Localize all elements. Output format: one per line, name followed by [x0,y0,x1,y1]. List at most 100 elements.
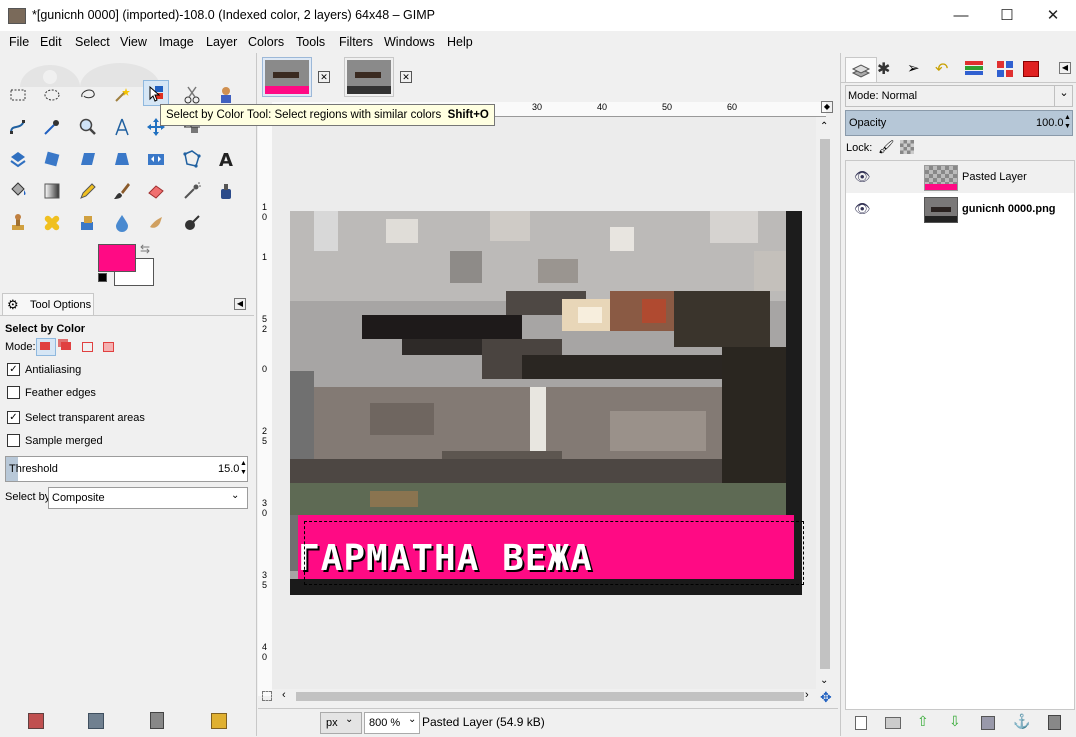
mode-add-button[interactable] [58,339,74,355]
tab-gradients[interactable] [1023,61,1039,77]
threshold-slider[interactable]: Threshold 15.0 ▲ ▼ [5,456,248,482]
menu-edit[interactable]: Edit [40,35,62,49]
menu-layer[interactable]: Layer [206,35,237,49]
tab-undo-history[interactable]: ↶ [935,59,955,79]
horizontal-scrollbar[interactable]: ‹ › [272,689,818,703]
shear-tool-icon[interactable] [76,147,100,171]
mode-subtract-button[interactable] [79,339,95,355]
dodge-burn-tool-icon[interactable] [180,211,204,235]
scroll-left-icon[interactable]: ‹ [282,689,286,701]
zoom-dropdown[interactable]: 800 % ⌄ [364,712,420,734]
tab-patterns[interactable] [995,59,1015,79]
list-item[interactable]: 👁 gunicnh 0000.png [846,193,1074,225]
airbrush-tool-icon[interactable] [180,179,204,203]
close-button[interactable]: ✕ [1030,0,1076,31]
antialiasing-checkbox[interactable]: ✓ [7,363,20,376]
reset-options-icon[interactable] [211,713,227,729]
menu-file[interactable]: File [9,35,29,49]
menu-colors[interactable]: Colors [248,35,284,49]
vertical-ruler[interactable]: 10 1 52 0 25 30 35 40 4 [258,116,273,724]
navigate-icon[interactable]: ✥ [820,689,832,706]
canvas-viewport[interactable]: ГАРМАТНА ВЕЖА [272,117,816,695]
eye-visibility-icon[interactable]: 👁 [854,169,871,185]
raise-layer-icon[interactable]: ⇧ [917,713,929,730]
menu-windows[interactable]: Windows [384,35,435,49]
select-by-color-tool-icon[interactable] [143,80,169,106]
new-layer-group-icon[interactable] [885,717,901,729]
list-item[interactable]: 👁 Pasted Layer [846,161,1074,193]
vertical-scrollbar[interactable]: ⌃ ⌄ [818,117,832,695]
save-options-icon[interactable] [28,713,44,729]
smudge-tool-icon[interactable] [144,211,168,235]
rect-select-tool-icon[interactable] [6,83,30,107]
zoom-fit-icon[interactable]: ◆ [821,101,833,113]
menu-view[interactable]: View [120,35,147,49]
paintbrush-tool-icon[interactable] [110,179,134,203]
horizontal-scroll-thumb[interactable] [296,692,804,701]
menu-tools[interactable]: Tools [296,35,325,49]
zoom-tool-icon[interactable] [76,115,100,139]
lock-alpha-icon[interactable] [900,140,914,154]
perspective-tool-icon[interactable] [110,147,134,171]
paths-tool-icon[interactable] [6,115,30,139]
spin-arrows-icon[interactable]: ▲ ▼ [240,459,247,477]
restore-options-icon[interactable] [88,713,104,729]
layer-mode-dropdown[interactable]: Mode: Normal ⌄ [845,85,1073,107]
scroll-up-icon[interactable]: ⌃ [820,121,828,132]
vertical-scroll-thumb[interactable] [820,139,830,669]
perspective-clone-tool-icon[interactable] [76,211,100,235]
free-select-tool-icon[interactable] [76,83,100,107]
spin-arrows-icon[interactable]: ▲ ▼ [1064,113,1071,131]
maximize-button[interactable]: ☐ [984,0,1030,31]
tab-tool-options[interactable]: ⚙ Tool Options [2,293,94,316]
heal-tool-icon[interactable] [40,211,64,235]
tab-brushes[interactable] [963,59,985,79]
swap-colors-icon[interactable]: ⇆ [140,242,150,256]
cage-transform-tool-icon[interactable] [180,147,204,171]
menu-select[interactable]: Select [75,35,110,49]
feather-edges-checkbox[interactable] [7,386,20,399]
bucket-fill-tool-icon[interactable] [6,179,30,203]
configure-tab-icon[interactable]: ◀ [1059,62,1071,74]
duplicate-layer-icon[interactable] [981,716,995,730]
tab-paths[interactable]: ➢ [907,59,927,79]
blend-tool-icon[interactable] [40,179,64,203]
eraser-tool-icon[interactable] [144,179,168,203]
tab-channels[interactable]: ✱ [877,59,897,79]
image-canvas[interactable]: ГАРМАТНА ВЕЖА [290,211,804,595]
configure-tab-icon[interactable]: ◀ [234,298,246,310]
select-transparent-checkbox[interactable]: ✓ [7,411,20,424]
delete-layer-icon[interactable] [1048,715,1061,730]
foreground-color-swatch[interactable] [98,244,136,272]
menu-filters[interactable]: Filters [339,35,373,49]
pencil-tool-icon[interactable] [76,179,100,203]
image-tab-thumbnail[interactable] [344,57,394,97]
text-tool-icon[interactable]: A [214,147,238,171]
menu-image[interactable]: Image [159,35,194,49]
anchor-layer-icon[interactable]: ⚓ [1013,713,1030,730]
flip-tool-icon[interactable] [144,147,168,171]
image-tab-thumbnail[interactable] [262,57,312,97]
lower-layer-icon[interactable]: ⇩ [949,713,961,730]
scroll-right-icon[interactable]: › [805,689,809,701]
clone-tool-icon[interactable] [6,211,30,235]
new-layer-icon[interactable] [855,716,867,730]
mode-intersect-button[interactable] [100,339,116,355]
quick-mask-icon[interactable] [262,691,272,701]
menu-help[interactable]: Help [447,35,473,49]
unified-transform-tool-icon[interactable] [6,147,30,171]
ink-tool-icon[interactable] [214,179,238,203]
delete-options-icon[interactable] [150,712,164,729]
eye-visibility-icon[interactable]: 👁 [854,201,871,217]
sample-merged-checkbox[interactable] [7,434,20,447]
lock-pixels-icon[interactable]: 🖌 [878,139,895,155]
select-by-dropdown[interactable]: Composite ⌄ [48,487,248,509]
measure-tool-icon[interactable] [110,115,134,139]
blur-tool-icon[interactable] [110,211,134,235]
minimize-button[interactable]: — [938,0,984,31]
color-picker-tool-icon[interactable] [40,115,64,139]
close-tab-icon[interactable]: ✕ [318,71,330,83]
scroll-down-icon[interactable]: ⌄ [820,675,828,686]
unit-dropdown[interactable]: px ⌄ [320,712,362,734]
close-tab-icon[interactable]: ✕ [400,71,412,83]
